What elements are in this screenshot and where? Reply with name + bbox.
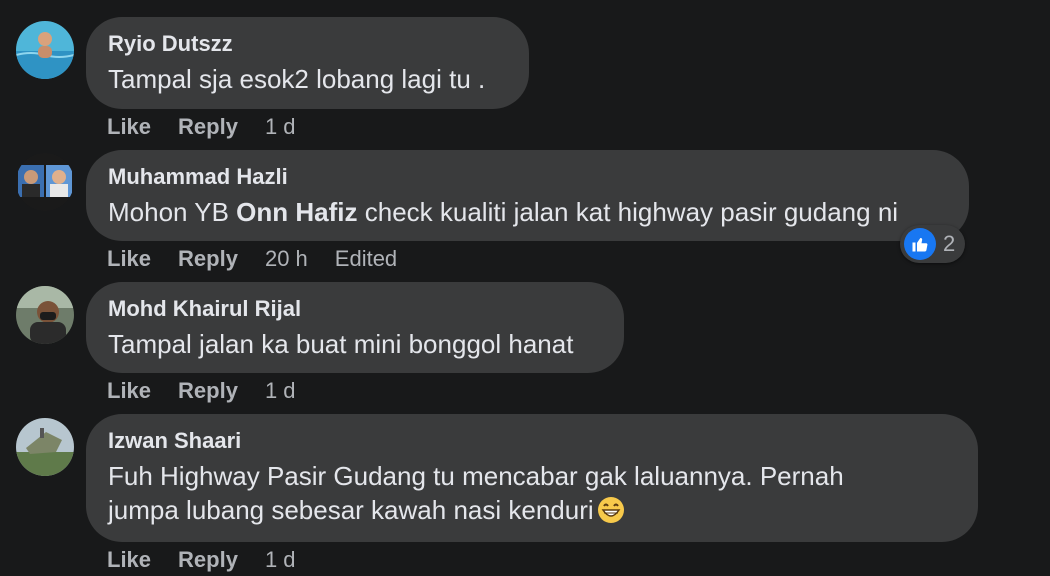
reaction-summary[interactable]: 2 bbox=[900, 225, 966, 263]
thumbs-up-icon bbox=[904, 228, 936, 260]
comment-text: Tampal sja esok2 lobang lagi tu . bbox=[108, 64, 486, 94]
comment-timestamp[interactable]: 1 d bbox=[265, 378, 296, 404]
comment-text-before: Mohon YB bbox=[108, 197, 237, 227]
comment-bubble: Ryio Dutszz Tampal sja esok2 lobang lagi… bbox=[86, 17, 529, 109]
comment-list: Ryio Dutszz Tampal sja esok2 lobang lagi… bbox=[0, 0, 1050, 576]
like-button[interactable]: Like bbox=[107, 378, 151, 404]
comment-text-line: jumpa lubang sebesar kawah nasi kenduri bbox=[108, 495, 594, 525]
avatar[interactable] bbox=[16, 286, 74, 344]
comment-author[interactable]: Mohd Khairul Rijal bbox=[108, 296, 602, 322]
comment-bubble: Mohd Khairul Rijal Tampal jalan ka buat … bbox=[86, 282, 624, 373]
comment-text: Tampal jalan ka buat mini bonggol hanat bbox=[108, 329, 574, 359]
like-button[interactable]: Like bbox=[107, 246, 151, 272]
like-button[interactable]: Like bbox=[107, 114, 151, 140]
reaction-count: 2 bbox=[943, 231, 956, 256]
avatar[interactable] bbox=[16, 153, 74, 211]
like-button[interactable]: Like bbox=[107, 547, 151, 573]
comment-actions: Like Reply 1 d bbox=[107, 378, 323, 404]
reply-button[interactable]: Reply bbox=[178, 246, 238, 272]
comment-timestamp[interactable]: 20 h bbox=[265, 246, 308, 272]
comment-actions: Like Reply 20 h Edited bbox=[107, 246, 424, 272]
comment-text: Fuh Highway Pasir Gudang tu mencabar gak… bbox=[108, 459, 956, 527]
edited-label: Edited bbox=[334, 246, 398, 271]
comment-author[interactable]: Ryio Dutszz bbox=[108, 31, 507, 57]
comment-author[interactable]: Muhammad Hazli bbox=[108, 164, 947, 190]
grinning-face-emoji bbox=[596, 495, 626, 525]
comment-text-line: Fuh Highway Pasir Gudang tu mencabar gak… bbox=[108, 461, 844, 491]
avatar[interactable] bbox=[16, 418, 74, 476]
comment-text: Mohon YB Onn Hafiz check kualiti jalan k… bbox=[108, 195, 947, 229]
reply-button[interactable]: Reply bbox=[178, 547, 238, 573]
mention-link[interactable]: Onn Hafiz bbox=[236, 197, 357, 227]
comment-bubble: Muhammad Hazli Mohon YB Onn Hafiz check … bbox=[86, 150, 969, 241]
comment-author[interactable]: Izwan Shaari bbox=[108, 428, 956, 454]
reply-button[interactable]: Reply bbox=[178, 378, 238, 404]
comment-timestamp[interactable]: 1 d bbox=[265, 114, 296, 140]
comment-actions: Like Reply 1 d bbox=[107, 114, 323, 140]
comment-actions: Like Reply 1 d bbox=[107, 547, 323, 573]
comment-text-after: check kualiti jalan kat highway pasir gu… bbox=[357, 197, 899, 227]
comment-timestamp[interactable]: 1 d bbox=[265, 547, 296, 573]
avatar[interactable] bbox=[16, 21, 74, 79]
reply-button[interactable]: Reply bbox=[178, 114, 238, 140]
comment-bubble: Izwan Shaari Fuh Highway Pasir Gudang tu… bbox=[86, 414, 978, 542]
